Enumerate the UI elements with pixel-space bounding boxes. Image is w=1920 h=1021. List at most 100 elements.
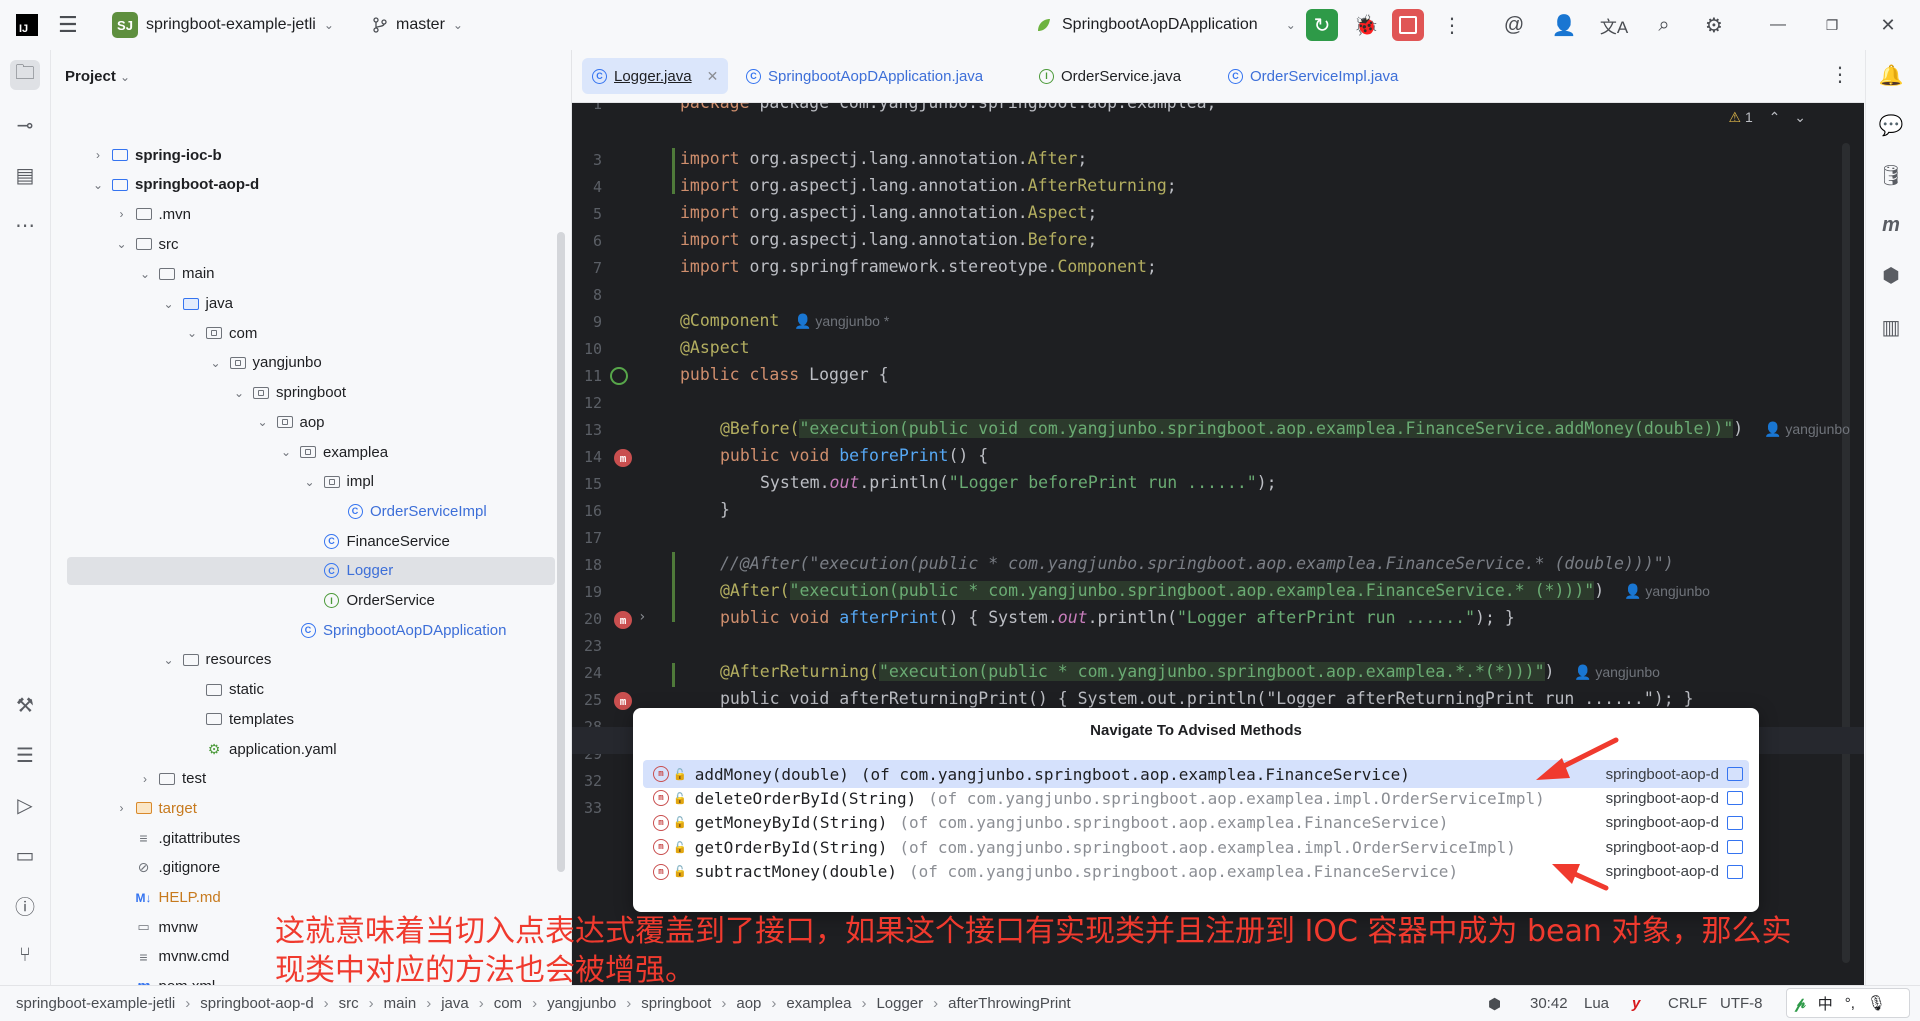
tree-item[interactable]: C OrderServiceImpl (326, 497, 487, 525)
editor-scrollbar[interactable] (1842, 143, 1850, 963)
code-with-me-button[interactable]: 👤 (1548, 9, 1580, 41)
tree-item[interactable]: ⌄ aop (256, 408, 324, 436)
tree-item[interactable]: C SpringbootAopDApplication (279, 616, 506, 644)
project-switcher[interactable]: SJ springboot-example-jetli ⌄ (112, 0, 334, 50)
tree-item[interactable]: ⚙ application.yaml (185, 735, 337, 763)
chevron-right-icon[interactable]: › (91, 148, 105, 162)
chevron-down-icon[interactable]: ⌄ (279, 445, 293, 459)
tree-item[interactable]: M↓ HELP.md (115, 884, 221, 912)
fold-chevron-icon[interactable]: › (638, 609, 646, 625)
tree-item[interactable]: › test (138, 765, 206, 793)
settings-button[interactable]: ⚙ (1698, 9, 1730, 41)
translate-button[interactable]: 文A (1598, 9, 1630, 41)
language-indicator[interactable]: Lua (1584, 986, 1609, 1021)
minimize-button[interactable]: — (1762, 9, 1794, 41)
tree-item[interactable]: I OrderService (303, 587, 435, 615)
chevron-right-icon[interactable]: › (115, 207, 129, 221)
more-actions-button[interactable]: ⋮ (1436, 9, 1468, 41)
close-button[interactable]: ✕ (1872, 9, 1904, 41)
advised-method-item[interactable]: m 🔓 subtractMoney(double) (of com.yangjunbo… (643, 858, 1749, 886)
caret-position[interactable]: 30:42 (1530, 986, 1568, 1021)
tree-item[interactable]: ⌄ resources (162, 646, 271, 674)
git-tool-button[interactable]: ⑂ (10, 940, 40, 970)
chevron-down-icon[interactable]: ⌄ (303, 475, 317, 489)
more-tools-button[interactable]: ⋯ (10, 210, 40, 240)
breadcrumb-item[interactable]: main (384, 995, 417, 1012)
tree-item[interactable]: ⊘ .gitignore (115, 854, 221, 882)
close-icon[interactable]: ✕ (707, 68, 719, 85)
chevron-down-icon[interactable]: ⌄ (1794, 109, 1806, 125)
tree-item[interactable]: ⌄ yangjunbo (209, 349, 321, 377)
breadcrumb-item[interactable]: springboot (641, 995, 711, 1012)
breadcrumb-item[interactable]: springboot-aop-d (200, 995, 313, 1012)
tree-item[interactable]: ⌄ java (162, 290, 233, 318)
tree-item[interactable]: static (185, 676, 264, 704)
inspection-widget[interactable]: ⚠ 1 ⌃ ⌄ (1729, 109, 1807, 126)
tree-item[interactable]: ⌄ examplea (279, 438, 388, 466)
tab-options-button[interactable]: ⋮ (1830, 62, 1850, 87)
author-hint[interactable]: 👤 yangjunbo * (794, 313, 889, 330)
breadcrumb-item[interactable]: yangjunbo (547, 995, 616, 1012)
chevron-up-icon[interactable]: ⌃ (1769, 109, 1781, 125)
tab-springboot-app[interactable]: C SpringbootAopDApplication.java (736, 58, 993, 94)
gradle-button[interactable]: ▥ (1876, 312, 1906, 342)
tree-item[interactable]: mpom.xml (115, 973, 215, 985)
chevron-down-icon[interactable]: ⌄ (162, 653, 176, 667)
project-panel-title[interactable]: Project ⌄ (65, 68, 130, 85)
tree-item[interactable]: ⌄ impl (303, 468, 374, 496)
chevron-down-icon[interactable]: ⌄ (209, 356, 223, 370)
yaml-icon[interactable]: y (1632, 986, 1640, 1021)
services-tool-button[interactable]: ☰ (10, 740, 40, 770)
tree-item[interactable]: ⌄ springboot (232, 379, 346, 407)
breadcrumb-item[interactable]: aop (736, 995, 761, 1012)
tree-item[interactable]: › .mvn (115, 200, 192, 228)
author-hint[interactable]: 👤 yangjunbo (1764, 421, 1850, 438)
chevron-down-icon[interactable]: ⌄ (91, 178, 105, 192)
aspect-gutter-icon[interactable] (610, 367, 628, 385)
breadcrumb-item[interactable]: examplea (786, 995, 851, 1012)
structure-tool-button[interactable]: ▤ (10, 160, 40, 190)
tree-item[interactable]: templates (185, 705, 294, 733)
ai-chat-button[interactable]: 💬 (1876, 110, 1906, 140)
plugin-button[interactable]: ⬢ (1876, 260, 1906, 290)
commit-tool-button[interactable]: ⊸ (10, 110, 40, 140)
notifications-button[interactable]: 🔔 (1876, 60, 1906, 90)
problems-tool-button[interactable]: ⓘ (10, 890, 40, 920)
maven-button[interactable]: m (1876, 210, 1906, 240)
maximize-button[interactable]: ❐ (1816, 9, 1848, 41)
terminal-tool-button[interactable]: ▭ (10, 840, 40, 870)
tree-item[interactable]: ⌄ springboot-aop-d (91, 171, 259, 199)
ime-toolbar[interactable]: 𝓅 中 °, 🎙 (1786, 988, 1910, 1018)
advice-gutter-icon[interactable]: m (614, 611, 632, 629)
chevron-down-icon[interactable]: ⌄ (115, 237, 129, 251)
breadcrumb-item[interactable]: Logger (876, 995, 923, 1012)
run-tool-button[interactable]: ▷ (10, 790, 40, 820)
file-encoding[interactable]: UTF-8 (1720, 986, 1763, 1021)
main-menu-button[interactable]: ☰ (58, 0, 78, 50)
advice-gutter-icon[interactable]: m (614, 692, 632, 710)
author-hint[interactable]: 👤 yangjunbo (1574, 664, 1660, 681)
run-config-selector[interactable]: SpringbootAopDApplication ⌄ (1034, 0, 1296, 50)
tree-item[interactable]: ⌄ com (185, 319, 257, 347)
tree-item[interactable]: ≡ .gitattributes (115, 824, 240, 852)
line-separator[interactable]: CRLF (1668, 986, 1707, 1021)
tree-item[interactable]: ≡ mvnw.cmd (115, 943, 229, 971)
debug-button[interactable]: 🐞 (1350, 9, 1382, 41)
tab-logger-java[interactable]: C Logger.java ✕ (582, 58, 729, 94)
advice-gutter-icon[interactable]: m (614, 449, 632, 467)
tree-item[interactable]: ⌄ src (115, 230, 178, 258)
chevron-right-icon[interactable]: › (115, 801, 129, 815)
tab-order-service-impl[interactable]: C OrderServiceImpl.java (1218, 58, 1408, 94)
rerun-button[interactable]: ↻ (1306, 9, 1338, 41)
breadcrumb-item[interactable]: afterThrowingPrint (948, 995, 1071, 1012)
project-tool-button[interactable]: 🗀 (10, 60, 40, 90)
tree-item[interactable]: › spring-ioc-b (91, 141, 222, 169)
stop-button[interactable] (1392, 9, 1424, 41)
tree-item[interactable]: › target (115, 794, 197, 822)
branch-switcher[interactable]: master ⌄ (372, 0, 463, 50)
search-button[interactable]: ⌕ (1648, 9, 1680, 41)
tree-item[interactable]: ▭ mvnw (115, 913, 197, 941)
tree-scrollbar[interactable] (557, 232, 565, 872)
breadcrumb-item[interactable]: src (339, 995, 359, 1012)
build-tool-button[interactable]: ⚒ (10, 690, 40, 720)
